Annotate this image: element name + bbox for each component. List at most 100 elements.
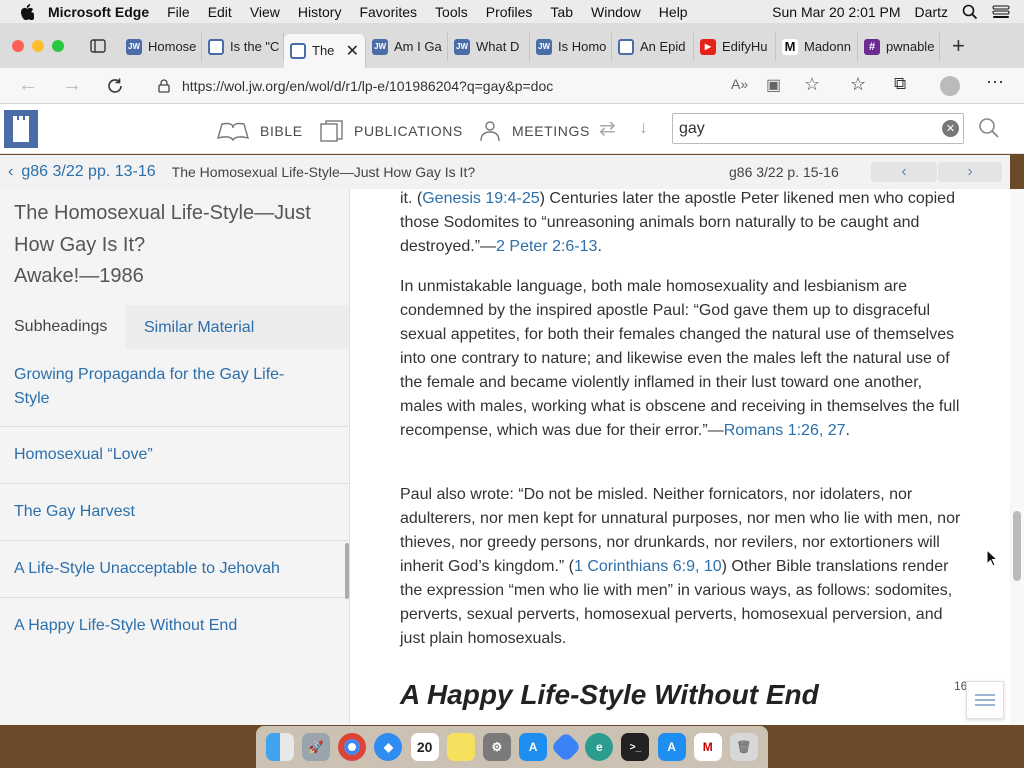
scripture-link[interactable]: Genesis 19:4-25: [422, 190, 539, 207]
tab-active[interactable]: The ✕: [284, 33, 366, 68]
scripture-link[interactable]: Romans 1:26, 27: [724, 422, 846, 439]
clear-search-icon[interactable]: ✕: [942, 120, 959, 137]
window-controls: [12, 39, 64, 52]
download-icon[interactable]: ↓: [639, 117, 648, 138]
trash-icon[interactable]: 🗑: [729, 733, 758, 761]
scrollbar-thumb[interactable]: [1013, 511, 1021, 581]
menu-edit[interactable]: Edit: [208, 4, 232, 20]
more-options-icon[interactable]: ⋯: [986, 72, 1004, 93]
jw-favicon-icon: JW: [372, 38, 388, 55]
read-aloud-icon[interactable]: A»: [731, 76, 748, 92]
tab[interactable]: JW Is Homo: [530, 32, 612, 61]
search-icon[interactable]: [978, 117, 1000, 139]
menu-button[interactable]: [966, 681, 1004, 719]
tab-subheadings[interactable]: Subheadings: [0, 305, 126, 349]
add-favorite-icon[interactable]: ☆: [804, 74, 820, 95]
scripture-link[interactable]: 2 Peter 2:6-13: [496, 238, 597, 255]
next-page-button[interactable]: ›: [938, 162, 1002, 182]
address-toolbar: ← → https://wol.jw.org/en/wol/d/r1/lp-e/…: [0, 68, 1024, 104]
edge-icon[interactable]: e: [585, 733, 614, 761]
spotlight-search-icon[interactable]: [962, 4, 978, 20]
previous-document-link[interactable]: g86 3/22 pp. 13-16: [21, 163, 155, 181]
forward-button[interactable]: →: [62, 74, 82, 97]
profile-avatar[interactable]: [940, 76, 960, 96]
document-favicon-icon: [290, 42, 306, 59]
nav-meetings[interactable]: MEETINGS: [478, 120, 590, 142]
current-document-title: The Homosexual Life-Style—Just How Gay I…: [171, 164, 476, 180]
menu-file[interactable]: File: [167, 4, 190, 20]
apple-icon[interactable]: [20, 3, 34, 20]
jw-favicon-icon: JW: [126, 38, 142, 55]
tab[interactable]: JW Homose: [120, 32, 202, 61]
paragraph: In unmistakable language, both male homo…: [400, 278, 960, 439]
vscode-icon[interactable]: [550, 731, 582, 763]
favorites-icon[interactable]: ☆: [850, 74, 866, 95]
refresh-icon[interactable]: [106, 77, 124, 95]
launchpad-icon[interactable]: 🚀: [302, 733, 331, 761]
jw-logo[interactable]: [4, 110, 38, 148]
sidebar-item[interactable]: The Gay Harvest: [0, 484, 348, 541]
calendar-icon[interactable]: 20: [410, 733, 439, 761]
menu-favorites[interactable]: Favorites: [359, 4, 417, 20]
markdown-editor-icon[interactable]: M: [693, 733, 722, 761]
app-store-2-icon[interactable]: A: [657, 733, 686, 761]
system-preferences-icon[interactable]: ⚙: [482, 733, 511, 761]
tab[interactable]: An Epid: [612, 32, 694, 61]
search-field[interactable]: gay ✕: [672, 113, 964, 144]
parallel-view-icon[interactable]: ⇄: [599, 116, 616, 141]
sidebar-item[interactable]: A Life-Style Unacceptable to Jehovah: [0, 541, 348, 598]
finder-icon[interactable]: [266, 733, 295, 761]
scripture-link[interactable]: 1 Corinthians 6:9, 10: [574, 558, 722, 575]
menu-profiles[interactable]: Profiles: [486, 4, 533, 20]
sidebar-item[interactable]: Growing Propaganda for the Gay Life-Styl…: [0, 363, 348, 427]
previous-page-button[interactable]: ‹: [871, 162, 937, 182]
collections-icon[interactable]: ⧉: [894, 74, 906, 94]
menu-help[interactable]: Help: [659, 4, 688, 20]
page-scrollbar[interactable]: [1010, 189, 1024, 725]
safari-icon[interactable]: ◆: [374, 733, 403, 761]
tab-similar-material[interactable]: Similar Material: [144, 319, 254, 337]
close-window-button[interactable]: [12, 39, 24, 52]
url-bar[interactable]: https://wol.jw.org/en/wol/d/r1/lp-e/1019…: [150, 72, 715, 100]
menu-tab[interactable]: Tab: [550, 4, 573, 20]
tab[interactable]: # pwnable: [858, 32, 940, 61]
control-center-icon[interactable]: [992, 5, 1010, 19]
sidebar-item[interactable]: A Happy Life-Style Without End: [0, 598, 348, 655]
tab[interactable]: M Madonn: [776, 32, 858, 61]
search-input[interactable]: gay: [679, 120, 705, 138]
close-tab-icon[interactable]: ✕: [346, 41, 359, 61]
document-subheader: ‹ g86 3/22 pp. 13-16 The Homosexual Life…: [0, 155, 1010, 189]
lock-icon[interactable]: [158, 79, 170, 93]
nav-publications[interactable]: PUBLICATIONS: [320, 120, 463, 142]
tab[interactable]: JW Am I Ga: [366, 32, 448, 61]
tab[interactable]: Is the "C: [202, 32, 284, 61]
chevron-left-icon[interactable]: ‹: [8, 163, 13, 181]
immersive-reader-icon[interactable]: ▣: [766, 75, 781, 95]
sidebar-scrollbar[interactable]: [345, 543, 349, 599]
menu-tools[interactable]: Tools: [435, 4, 468, 20]
menu-history[interactable]: History: [298, 4, 342, 20]
hash-favicon-icon: #: [864, 38, 880, 55]
menubar-user[interactable]: Dartz: [915, 4, 948, 20]
chrome-icon[interactable]: [338, 733, 367, 761]
back-button[interactable]: ←: [18, 74, 38, 97]
terminal-icon[interactable]: >_: [621, 733, 650, 761]
jw-favicon-icon: JW: [536, 38, 552, 55]
notes-icon[interactable]: [446, 733, 475, 761]
letter-m-favicon-icon: M: [782, 38, 798, 55]
menubar-datetime[interactable]: Sun Mar 20 2:01 PM: [772, 4, 900, 20]
sidebar-item[interactable]: Homosexual “Love”: [0, 427, 348, 484]
tab[interactable]: ▶ EdifyHu: [694, 32, 776, 61]
tab-actions-icon[interactable]: [90, 38, 106, 53]
app-name[interactable]: Microsoft Edge: [48, 4, 149, 20]
app-store-icon[interactable]: A: [519, 733, 548, 761]
url-text: https://wol.jw.org/en/wol/d/r1/lp-e/1019…: [182, 78, 554, 94]
nav-bible[interactable]: BIBLE: [216, 120, 303, 142]
tab[interactable]: JW What D: [448, 32, 530, 61]
menu-view[interactable]: View: [250, 4, 280, 20]
new-tab-button[interactable]: +: [952, 33, 965, 59]
zoom-window-button[interactable]: [52, 39, 64, 52]
next-document-ref[interactable]: g86 3/22 p. 15-16: [729, 164, 839, 180]
minimize-window-button[interactable]: [32, 39, 44, 52]
menu-window[interactable]: Window: [591, 4, 641, 20]
